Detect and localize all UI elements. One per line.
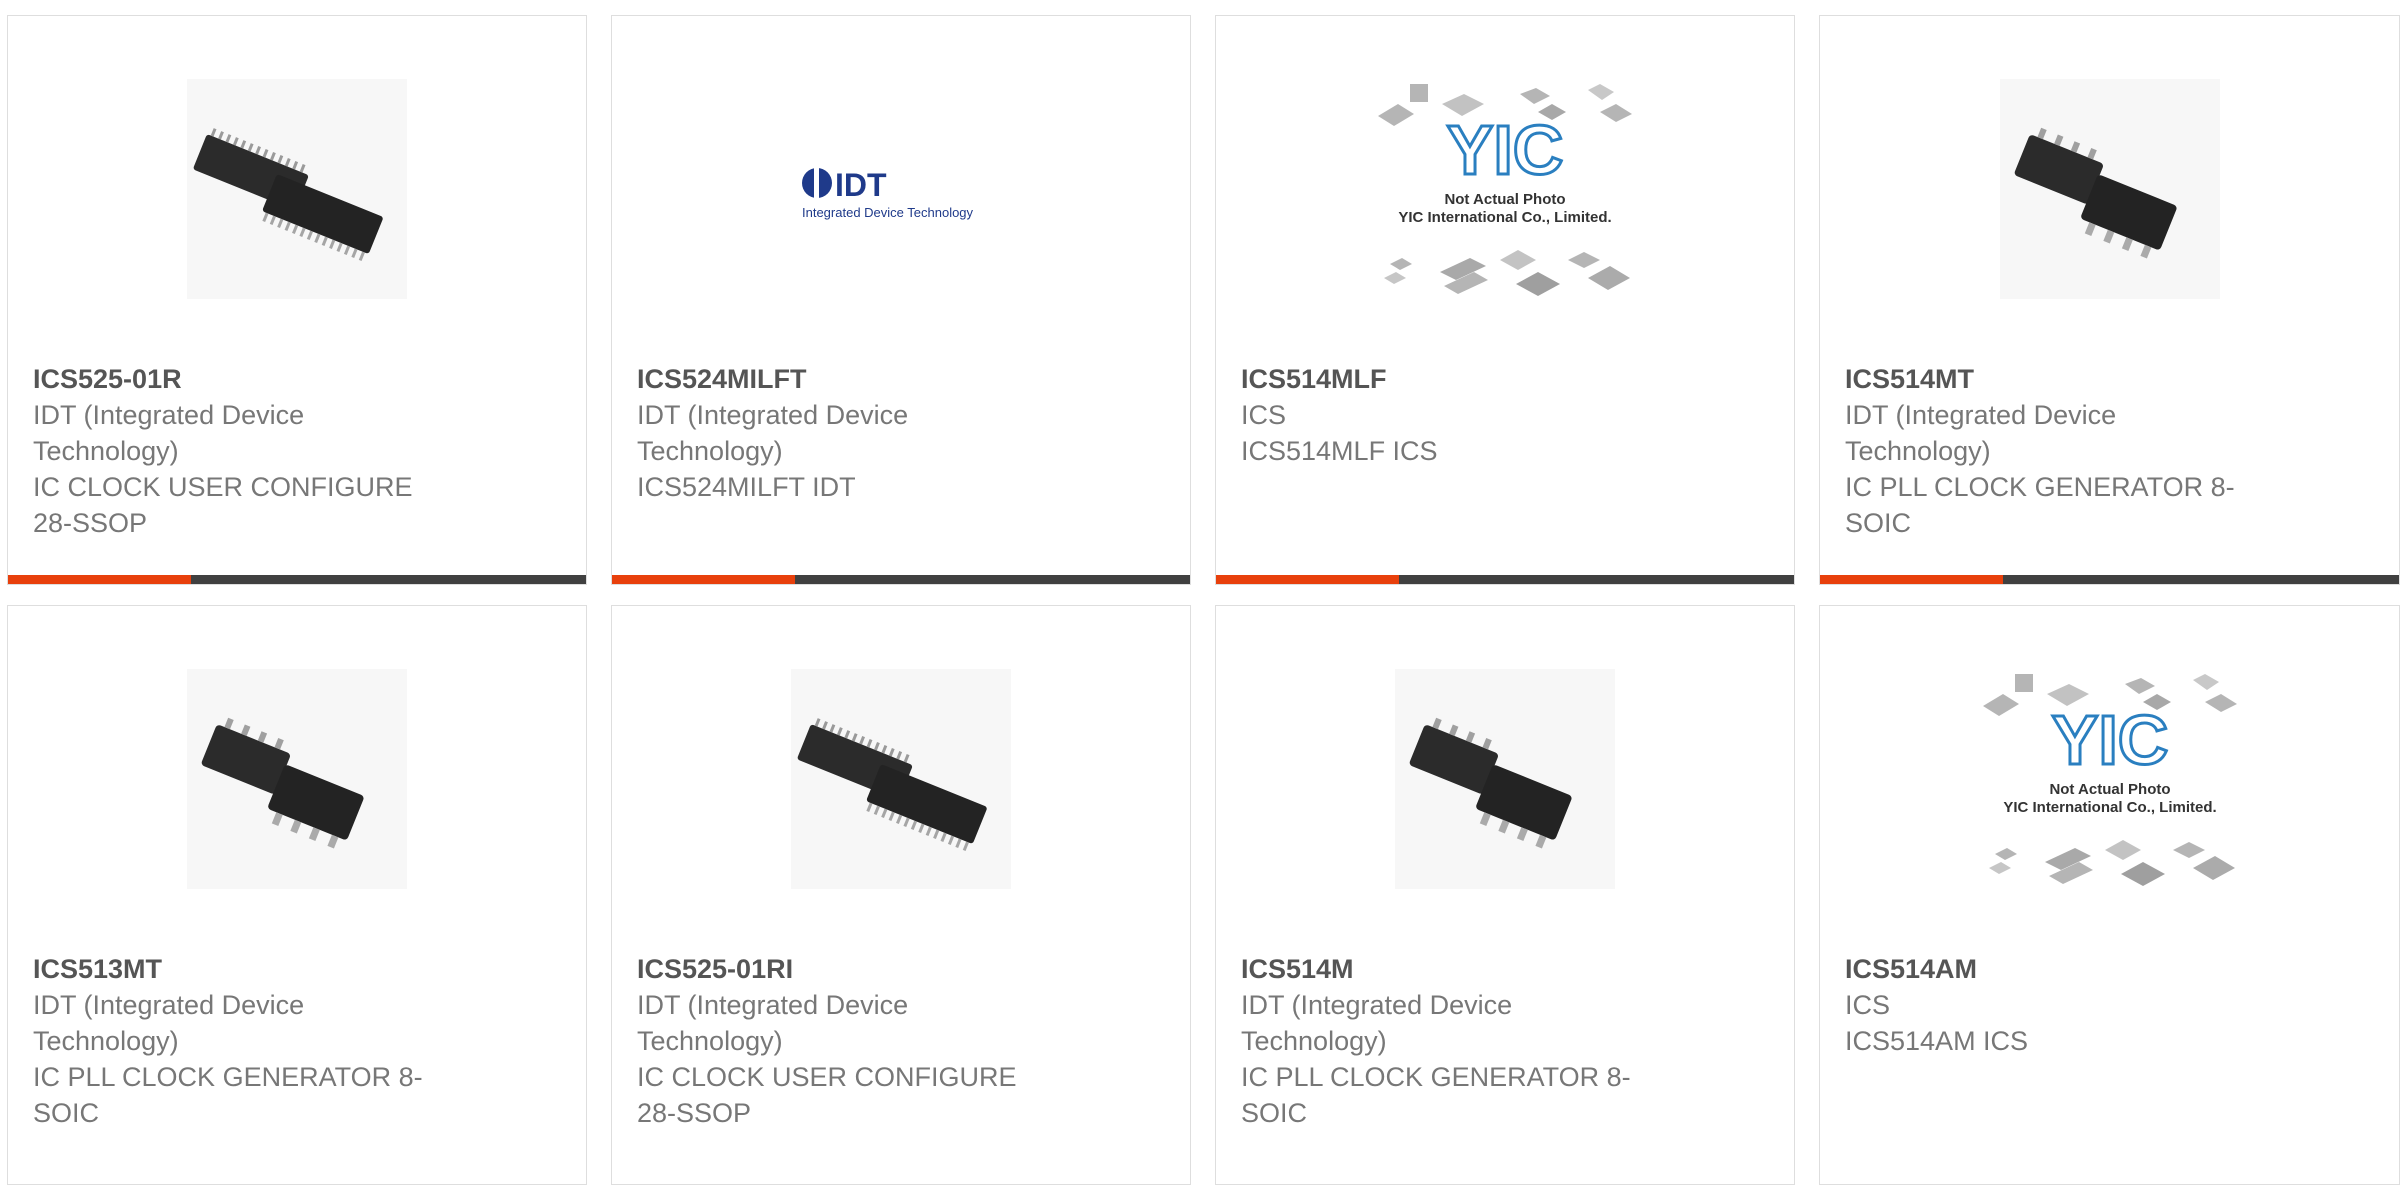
part-number[interactable]: ICS514M <box>1241 951 1661 987</box>
part-number[interactable]: ICS514MLF <box>1241 361 1661 397</box>
manufacturer-line: IDT (Integrated Device <box>33 400 305 430</box>
part-number[interactable]: ICS514AM <box>1845 951 2265 987</box>
product-card[interactable]: ICS514M IDT (Integrated Device Technolog… <box>1215 605 1795 1185</box>
description-line: IC CLOCK USER CONFIGURE <box>637 1062 1017 1092</box>
manufacturer-line: ICS514AM ICS <box>1845 1026 2029 1056</box>
product-card[interactable]: YIC Not Actual Photo YIC International C… <box>1215 15 1795 585</box>
idt-logo-subtext: Integrated Device Technology <box>802 205 974 220</box>
manufacturer-line: Technology) <box>1845 436 1991 466</box>
product-card[interactable]: YIC Not Actual Photo YIC International C… <box>1819 605 2400 1185</box>
yic-logo: YIC <box>1447 111 1564 189</box>
part-number[interactable]: ICS525-01R <box>33 361 453 397</box>
description-line: IC CLOCK USER CONFIGURE <box>33 472 413 502</box>
manufacturer-line: IDT (Integrated Device <box>1241 990 1513 1020</box>
part-number[interactable]: ICS525-01RI <box>637 951 1057 987</box>
card-accent-bar <box>8 575 191 584</box>
yic-logo: YIC <box>2051 701 2168 779</box>
description-line: ICS524MILFT IDT <box>637 472 856 502</box>
product-card[interactable]: ICS514MT IDT (Integrated Device Technolo… <box>1819 15 2400 585</box>
product-info: ICS525-01RI IDT (Integrated Device Techn… <box>637 951 1057 1131</box>
not-actual-photo-image[interactable]: YIC Not Actual Photo YIC International C… <box>1370 63 1640 314</box>
product-info: ICS514MLF ICS ICS514MLF ICS <box>1241 361 1661 469</box>
ssop-chip-image[interactable] <box>187 78 407 299</box>
product-thumbnail[interactable]: IDT Integrated Device Technology <box>612 16 1190 361</box>
manufacturer-line: Technology) <box>1241 1026 1387 1056</box>
idt-logo-image[interactable]: IDT Integrated Device Technology <box>791 78 1011 299</box>
placeholder-caption: Not Actual Photo <box>1444 191 1565 208</box>
manufacturer-line: ICS <box>1845 990 1891 1020</box>
placeholder-caption: YIC International Co., Limited. <box>1398 209 1611 226</box>
placeholder-caption: Not Actual Photo <box>2049 781 2170 798</box>
product-grid: ICS525-01R IDT (Integrated Device Techno… <box>0 0 2400 1185</box>
card-bottom-bar <box>1820 575 2399 584</box>
part-number[interactable]: ICS524MILFT <box>637 361 1057 397</box>
manufacturer-line: ICS514MLF ICS <box>1241 436 1438 466</box>
product-card[interactable]: ICS525-01RI IDT (Integrated Device Techn… <box>611 605 1191 1185</box>
manufacturer-line: ICS <box>1241 400 1287 430</box>
soic-chip-image[interactable] <box>1999 78 2220 299</box>
product-thumbnail[interactable] <box>1820 16 2399 361</box>
card-accent-bar <box>1820 575 2003 584</box>
description-line: SOIC <box>1845 508 1912 538</box>
product-info: ICS525-01R IDT (Integrated Device Techno… <box>33 361 453 541</box>
card-bottom-bar <box>8 575 586 584</box>
product-info: ICS514AM ICS ICS514AM ICS <box>1845 951 2265 1059</box>
product-thumbnail[interactable] <box>8 16 586 361</box>
ssop-chip-image[interactable] <box>791 668 1011 889</box>
description-line: IC PLL CLOCK GENERATOR 8- <box>1241 1062 1631 1092</box>
description-line: IC PLL CLOCK GENERATOR 8- <box>1845 472 2235 502</box>
manufacturer-line: Technology) <box>33 1026 179 1056</box>
product-info: ICS513MT IDT (Integrated Device Technolo… <box>33 951 453 1131</box>
manufacturer-line: IDT (Integrated Device <box>637 400 909 430</box>
description-line: 28-SSOP <box>33 508 148 538</box>
part-number[interactable]: ICS513MT <box>33 951 453 987</box>
product-thumbnail[interactable] <box>8 606 586 951</box>
manufacturer-line: IDT (Integrated Device <box>1845 400 2117 430</box>
card-bottom-bar <box>612 575 1190 584</box>
product-thumbnail[interactable]: YIC Not Actual Photo YIC International C… <box>1820 606 2399 951</box>
soic-chip-image[interactable] <box>187 668 407 889</box>
product-thumbnail[interactable]: YIC Not Actual Photo YIC International C… <box>1216 16 1794 361</box>
part-number[interactable]: ICS514MT <box>1845 361 2265 397</box>
soic-chip-image[interactable] <box>1395 668 1615 889</box>
product-info: ICS514MT IDT (Integrated Device Technolo… <box>1845 361 2265 541</box>
product-card[interactable]: ICS525-01R IDT (Integrated Device Techno… <box>7 15 587 585</box>
not-actual-photo-image[interactable]: YIC Not Actual Photo YIC International C… <box>1974 653 2245 904</box>
manufacturer-line: IDT (Integrated Device <box>637 990 909 1020</box>
product-info: ICS514M IDT (Integrated Device Technolog… <box>1241 951 1661 1131</box>
product-thumbnail[interactable] <box>1216 606 1794 951</box>
product-thumbnail[interactable] <box>612 606 1190 951</box>
manufacturer-line: IDT (Integrated Device <box>33 990 305 1020</box>
description-line: SOIC <box>33 1098 100 1128</box>
description-line: IC PLL CLOCK GENERATOR 8- <box>33 1062 423 1092</box>
card-accent-bar <box>1216 575 1399 584</box>
product-info: ICS524MILFT IDT (Integrated Device Techn… <box>637 361 1057 505</box>
card-accent-bar <box>612 575 795 584</box>
idt-logo-text: IDT <box>835 167 887 203</box>
product-card[interactable]: IDT Integrated Device Technology ICS524M… <box>611 15 1191 585</box>
manufacturer-line: Technology) <box>33 436 179 466</box>
description-line: 28-SSOP <box>637 1098 752 1128</box>
card-bottom-bar <box>1216 575 1794 584</box>
product-card[interactable]: ICS513MT IDT (Integrated Device Technolo… <box>7 605 587 1185</box>
description-line: SOIC <box>1241 1098 1308 1128</box>
manufacturer-line: Technology) <box>637 436 783 466</box>
placeholder-caption: YIC International Co., Limited. <box>2003 799 2216 816</box>
manufacturer-line: Technology) <box>637 1026 783 1056</box>
